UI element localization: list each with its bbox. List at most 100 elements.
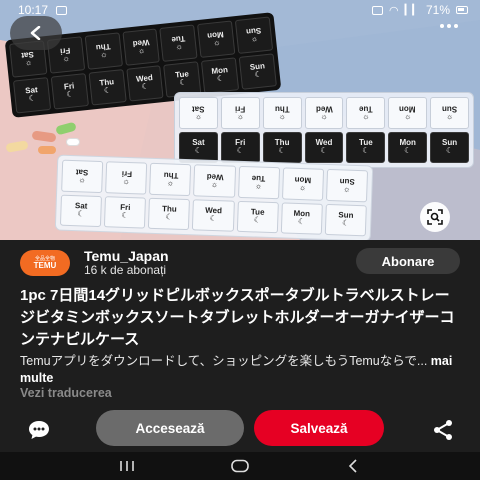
compartment-bottom-tue: Tue ☾: [236, 200, 279, 234]
home-icon: [231, 459, 249, 473]
moon-icon: ☾: [28, 93, 37, 104]
comment-bubble-icon: [29, 421, 49, 439]
chevron-left-icon: [30, 26, 41, 40]
compartment-top-thu: Thu ☼: [84, 32, 123, 70]
translate-link[interactable]: Vezi traducerea: [20, 386, 112, 400]
visit-button[interactable]: Accesează: [96, 410, 244, 446]
compartment-top-tue: Tue ☼: [237, 165, 280, 199]
compartment-day-label: Sun: [339, 177, 355, 187]
sun-icon: ☼: [404, 111, 412, 121]
pill-decoration: [66, 138, 80, 146]
pin-detail-screen: Sat ☼ Fri ☼ Thu ☼ Wed ☼ Tue ☼ Mon ☼ Sun ☼ Sat ☾ Fri ☾ Thu ☾…: [0, 0, 480, 480]
moon-icon: ☾: [254, 69, 263, 80]
compartment-bottom-sun: Sun ☾: [430, 131, 469, 163]
share-icon: [434, 420, 452, 440]
recents-icon: [119, 461, 134, 471]
compartment-bottom-sun: Sun ☾: [324, 203, 367, 237]
compartment-top-tue: Tue ☼: [346, 97, 386, 129]
compartment-day-label: Thu: [274, 104, 290, 114]
sun-icon: ☼: [236, 111, 244, 121]
compartment-top-wed: Wed ☼: [193, 164, 236, 198]
product-image[interactable]: Sat ☼ Fri ☼ Thu ☼ Wed ☼ Tue ☼ Mon ☼ Sun ☼ Sat ☾ Fri ☾ Thu ☾…: [0, 0, 480, 240]
compartment-top-sun: Sun ☼: [234, 16, 274, 54]
follow-button[interactable]: Abonare: [356, 248, 460, 274]
action-bar: Accesează Salvează: [0, 410, 480, 450]
compartment-bottom-fri: Fri ☾: [50, 72, 89, 110]
sun-icon: ☼: [254, 181, 263, 191]
compartment-bottom-sat: Sat ☾: [59, 194, 103, 228]
moon-icon: ☾: [362, 146, 370, 156]
compartment-day-label: Sat: [21, 50, 35, 61]
compartment-day-label: Wed: [206, 172, 224, 183]
compartment-day-label: Thu: [95, 42, 111, 53]
sun-icon: ☼: [250, 33, 259, 44]
compartment-day-label: Fri: [59, 46, 71, 57]
compartment-top-sun: Sun ☼: [325, 168, 369, 202]
compartment-top-wed: Wed ☼: [121, 28, 161, 66]
pin-description: Temuアプリをダウンロードして、ショッピングを楽しもうTemuならで... m…: [20, 353, 470, 387]
compartment-bottom-wed: Wed ☾: [304, 131, 344, 163]
nav-home-button[interactable]: [220, 456, 260, 476]
avatar[interactable]: 全品全物 TEMU: [20, 250, 70, 276]
compartment-bottom-sun: Sun ☾: [238, 52, 277, 90]
sun-icon: ☼: [194, 111, 203, 121]
channel-name[interactable]: Temu_Japan: [84, 248, 169, 264]
back-icon: [349, 459, 357, 473]
camera-icon: [371, 5, 383, 15]
compartment-day-label: Fri: [121, 169, 132, 179]
compartment-top-fri: Fri ☼: [105, 161, 148, 195]
compartment-day-label: Mon: [399, 104, 416, 114]
share-button[interactable]: [430, 417, 456, 443]
compartment-top-mon: Mon ☼: [281, 167, 324, 201]
sun-icon: ☼: [362, 111, 370, 121]
sun-icon: ☼: [445, 111, 454, 121]
compartment-day-label: Sat: [75, 167, 89, 178]
pill-decoration: [38, 146, 56, 154]
sun-icon: ☼: [174, 41, 184, 52]
more-options-button[interactable]: [440, 24, 458, 28]
sun-icon: ☼: [342, 184, 351, 194]
compartment-top-wed: Wed ☼: [304, 97, 344, 129]
compartment-bottom-wed: Wed ☾: [192, 198, 235, 232]
compartment-day-label: Tue: [171, 34, 186, 45]
light-pill-organizer: Sat ☼ Fri ☼ Thu ☼ Wed ☼ Tue ☼ Mon ☼ Sun ☼ Sat ☾ Fri ☾ Thu ☾…: [54, 154, 374, 240]
compartment-bottom-thu: Thu ☾: [262, 131, 302, 163]
compartment-bottom-fri: Fri ☾: [104, 195, 147, 229]
nav-back-button[interactable]: [333, 456, 373, 476]
sun-icon: ☼: [24, 57, 33, 68]
sun-icon: ☼: [212, 37, 221, 48]
sun-icon: ☼: [298, 182, 307, 192]
moon-icon: ☾: [194, 146, 202, 156]
compartment-day-label: Wed: [315, 104, 333, 114]
compartment-top-sun: Sun ☼: [430, 97, 469, 129]
sun-icon: ☼: [166, 178, 175, 188]
moon-icon: ☾: [65, 89, 74, 100]
moon-icon: ☾: [121, 211, 129, 221]
pin-title: 1pc 7日間14グリッドピルボックスポータブルトラベルストレージビタミンボック…: [20, 287, 455, 348]
comment-button[interactable]: [26, 417, 52, 443]
moon-icon: ☾: [297, 217, 306, 227]
compartment-day-label: Sat: [192, 104, 205, 114]
compartment-top-thu: Thu ☼: [149, 162, 192, 196]
moon-icon: ☾: [320, 146, 328, 156]
light-dark-pill-organizer: Sat ☼ Fri ☼ Thu ☼ Wed ☼ Tue ☼ Mon ☼ Sun ☼ Sat ☾ Fri ☾ Thu ☾…: [174, 92, 474, 168]
compartment-bottom-mon: Mon ☾: [388, 131, 428, 163]
visual-search-button[interactable]: [420, 202, 450, 232]
compartment-top-thu: Thu ☼: [262, 97, 302, 129]
compartment-day-label: Mon: [294, 175, 312, 186]
sun-icon: ☼: [122, 176, 131, 186]
system-nav-bar: [0, 452, 480, 480]
compartment-top-fri: Fri ☼: [220, 97, 260, 129]
subscriber-count: 16 k de abonați: [84, 263, 167, 277]
compartment-top-sat: Sat ☼: [61, 159, 104, 193]
moon-icon: ☾: [103, 85, 112, 96]
moon-icon: ☾: [253, 215, 262, 225]
back-button[interactable]: [10, 16, 62, 50]
status-time: 10:17: [18, 3, 49, 17]
save-button[interactable]: Salvează: [254, 410, 384, 446]
avatar-label: TEMU: [33, 260, 57, 270]
moon-icon: ☾: [404, 146, 412, 156]
nav-recents-button[interactable]: [107, 456, 147, 476]
compartment-day-label: Wed: [131, 38, 150, 49]
compartment-day-label: Tue: [251, 174, 266, 184]
